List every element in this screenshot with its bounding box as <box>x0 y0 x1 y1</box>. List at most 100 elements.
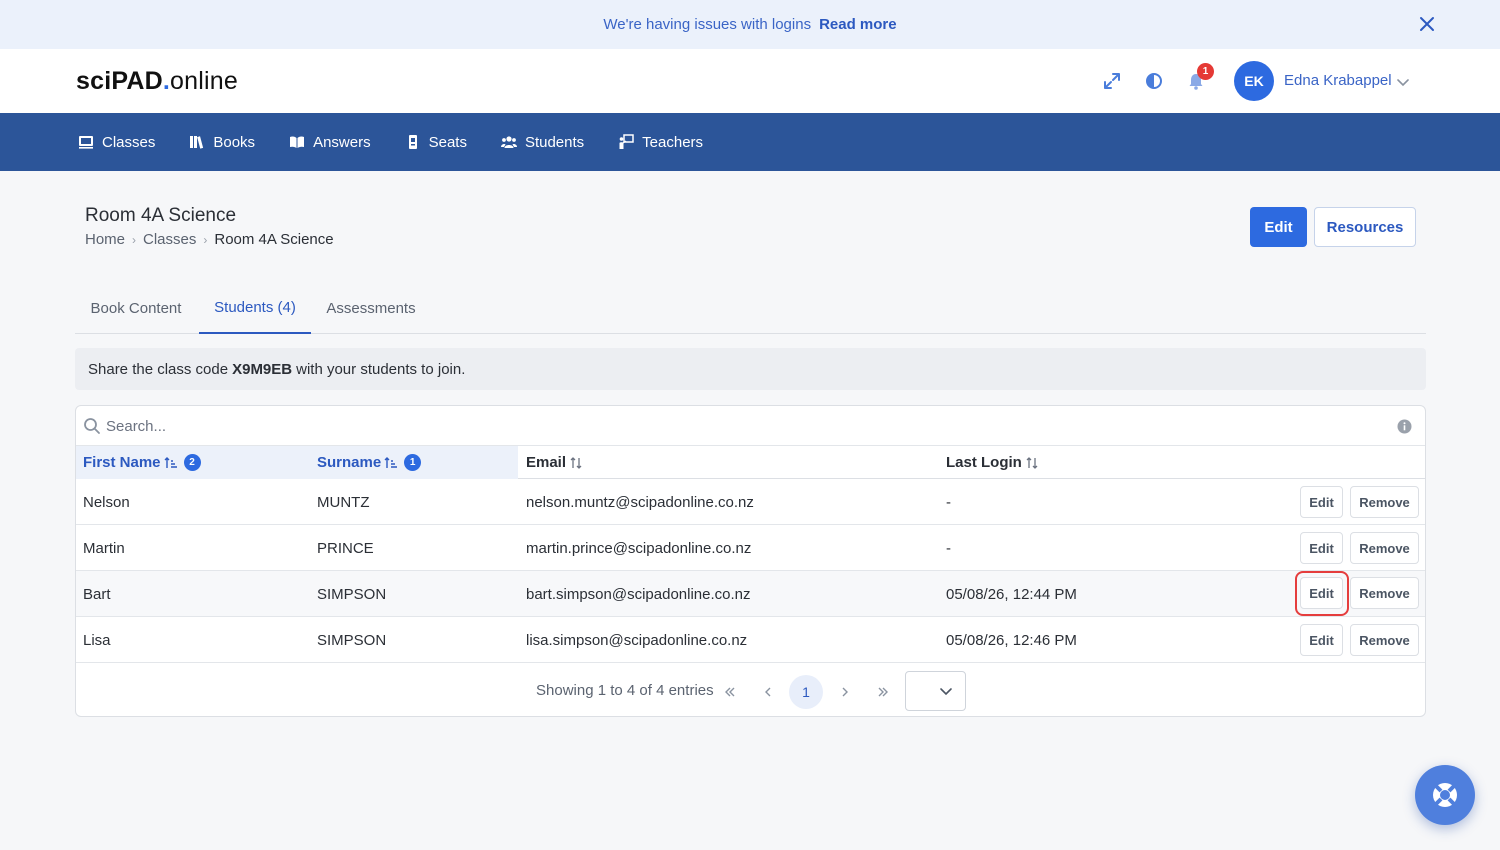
search-input[interactable] <box>106 412 1386 440</box>
help-button[interactable] <box>1415 765 1475 825</box>
pagination: Showing 1 to 4 of 4 entries 1 <box>76 664 1425 716</box>
cell-surname: MUNTZ <box>317 493 370 511</box>
previous-page-button[interactable] <box>751 675 785 709</box>
chevron-right-icon <box>842 687 848 697</box>
nav-label: Answers <box>313 133 371 151</box>
sort-order-badge: 1 <box>404 454 422 471</box>
first-page-button[interactable] <box>713 675 747 709</box>
cell-first-name: Martin <box>83 539 125 557</box>
table-header: First Name 2 Surname 1 Email Last Login <box>76 446 1425 479</box>
nav-item-teachers[interactable]: Teachers <box>618 134 703 151</box>
nav-label: Seats <box>428 133 467 151</box>
pagination-info: Showing 1 to 4 of 4 entries <box>536 682 714 699</box>
cell-email: martin.prince@scipadonline.co.nz <box>526 539 752 557</box>
contrast-icon[interactable] <box>1144 71 1164 91</box>
logo-part: . <box>162 67 171 95</box>
sort-icon <box>1026 456 1038 469</box>
fullscreen-icon[interactable] <box>1102 71 1122 91</box>
nav-label: Classes <box>102 133 156 151</box>
table-row: Lisa SIMPSON lisa.simpson@scipadonline.c… <box>76 617 1425 663</box>
info-icon[interactable] <box>1397 419 1412 434</box>
remove-student-button[interactable]: Remove <box>1350 486 1419 518</box>
nav-item-students[interactable]: Students <box>500 133 585 151</box>
chevron-down-icon[interactable] <box>1396 75 1410 89</box>
remove-student-button[interactable]: Remove <box>1350 532 1419 564</box>
chevron-down-icon <box>940 688 952 696</box>
close-icon[interactable] <box>1418 15 1436 33</box>
double-chevron-right-icon <box>878 687 888 697</box>
column-label: Email <box>526 454 567 471</box>
double-chevron-left-icon <box>725 687 735 697</box>
column-email[interactable]: Email <box>526 446 936 479</box>
table-row: Bart SIMPSON bart.simpson@scipadonline.c… <box>76 571 1425 617</box>
user-name[interactable]: Edna Krabappel <box>1284 72 1392 89</box>
remove-student-button[interactable]: Remove <box>1350 577 1419 609</box>
search-icon <box>84 418 100 434</box>
classroom-icon <box>79 136 93 149</box>
lifebuoy-icon <box>1433 783 1457 807</box>
read-more-link[interactable]: Read more <box>819 16 897 33</box>
announcement-banner: We're having issues with logins Read mor… <box>0 0 1500 49</box>
nav-item-answers[interactable]: Answers <box>289 134 371 151</box>
nav-item-classes[interactable]: Classes <box>78 134 155 151</box>
next-page-button[interactable] <box>828 675 862 709</box>
breadcrumb-classes[interactable]: Classes <box>143 231 196 248</box>
column-surname[interactable]: Surname 1 <box>310 446 518 479</box>
page-title: Room 4A Science <box>85 205 237 226</box>
edit-student-button[interactable]: Edit <box>1300 486 1343 518</box>
cell-last-login: - <box>946 493 951 511</box>
books-icon <box>190 136 204 149</box>
column-first-name[interactable]: First Name 2 <box>76 446 310 479</box>
chevron-right-icon: › <box>203 232 208 247</box>
cell-last-login: 05/08/26, 12:46 PM <box>946 631 1077 649</box>
cell-surname: PRINCE <box>317 539 374 557</box>
edit-class-button[interactable]: Edit <box>1250 207 1307 247</box>
main-nav: Classes Books Answers Seats Students Tea… <box>0 113 1500 171</box>
tab-students[interactable]: Students (4) <box>199 283 311 334</box>
avatar[interactable]: EK <box>1234 61 1274 101</box>
share-suffix: with your students to join. <box>296 360 466 378</box>
breadcrumb-current: Room 4A Science <box>214 231 334 248</box>
nav-item-seats[interactable]: Seats <box>405 134 467 151</box>
sort-icon <box>570 456 582 469</box>
edit-student-button[interactable]: Edit <box>1300 624 1343 656</box>
sort-order-badge: 2 <box>183 454 201 471</box>
class-code: X9M9EB <box>232 360 293 378</box>
logo-part: sci <box>76 67 112 95</box>
cell-last-login: - <box>946 539 951 557</box>
edit-student-button[interactable]: Edit <box>1300 577 1343 609</box>
tab-book-content[interactable]: Book Content <box>75 283 197 334</box>
nav-label: Students <box>524 133 585 151</box>
page-button[interactable]: 1 <box>789 675 823 709</box>
column-last-login[interactable]: Last Login <box>946 446 1246 479</box>
open-book-icon <box>290 136 305 148</box>
chevron-right-icon: › <box>132 232 137 247</box>
seat-icon <box>408 135 417 149</box>
nav-item-books[interactable]: Books <box>189 134 255 151</box>
students-table-card: First Name 2 Surname 1 Email Last Login … <box>75 405 1426 717</box>
notification-badge: 1 <box>1197 63 1214 80</box>
table-row: Martin PRINCE martin.prince@scipadonline… <box>76 525 1425 571</box>
logo[interactable]: sciPAD.online <box>76 67 238 96</box>
app-header: sciPAD.online 1 EK Edna Krabappel <box>0 49 1500 113</box>
edit-student-button[interactable]: Edit <box>1300 532 1343 564</box>
sort-ascending-icon <box>384 456 398 468</box>
teacher-icon <box>619 134 634 149</box>
tab-assessments[interactable]: Assessments <box>315 283 427 334</box>
cell-surname: SIMPSON <box>317 585 387 603</box>
page-size-select[interactable] <box>905 671 966 711</box>
cell-email: nelson.muntz@scipadonline.co.nz <box>526 493 754 511</box>
class-code-notice: Share the class code X9M9EB with your st… <box>75 348 1426 390</box>
last-page-button[interactable] <box>866 675 900 709</box>
banner-message: We're having issues with logins <box>603 16 812 33</box>
nav-label: Books <box>213 133 256 151</box>
nav-label: Teachers <box>642 133 704 151</box>
column-label: Surname <box>317 454 382 471</box>
column-label: Last Login <box>946 454 1022 471</box>
remove-student-button[interactable]: Remove <box>1350 624 1419 656</box>
breadcrumb-home[interactable]: Home <box>85 231 125 248</box>
cell-first-name: Bart <box>83 585 111 603</box>
resources-button[interactable]: Resources <box>1314 207 1416 247</box>
share-prefix: Share the class code <box>88 360 229 378</box>
cell-first-name: Lisa <box>83 631 111 649</box>
